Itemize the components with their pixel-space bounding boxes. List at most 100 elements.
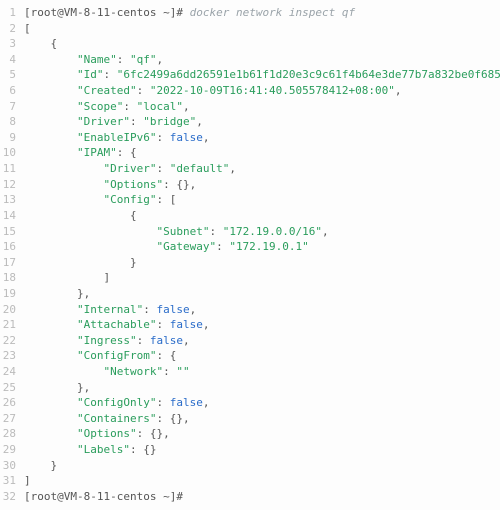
json-value: local bbox=[143, 100, 176, 113]
line-number: 10 bbox=[0, 145, 24, 161]
line-number: 28 bbox=[0, 426, 24, 442]
json-key: ConfigFrom bbox=[84, 349, 150, 362]
code-line: 5 "Id": "6fc2499a6dd26591e1b61f1d20e3c9c… bbox=[0, 67, 500, 83]
code-line: 28 "Options": {}, bbox=[0, 426, 500, 442]
code-line: 9 "EnableIPv6": false, bbox=[0, 130, 500, 146]
json-value: qf bbox=[137, 53, 150, 66]
line-number: 13 bbox=[0, 192, 24, 208]
json-key: Driver bbox=[84, 115, 124, 128]
line-number: 8 bbox=[0, 114, 24, 130]
code-line: 32[root@VM-8-11-centos ~]# bbox=[0, 489, 500, 505]
code-line: 29 "Labels": {} bbox=[0, 442, 500, 458]
json-key: Name bbox=[84, 53, 111, 66]
prompt-cwd: ~ bbox=[163, 490, 170, 503]
code-line: 26 "ConfigOnly": false, bbox=[0, 395, 500, 411]
code-line: 25 }, bbox=[0, 380, 500, 396]
json-bool: false bbox=[156, 303, 189, 316]
line-number: 31 bbox=[0, 473, 24, 489]
terminal-output: 1[root@VM-8-11-centos ~]# docker network… bbox=[0, 5, 500, 505]
line-number: 15 bbox=[0, 224, 24, 240]
code-line: 21 "Attachable": false, bbox=[0, 317, 500, 333]
json-key: Options bbox=[110, 178, 156, 191]
line-number: 25 bbox=[0, 380, 24, 396]
code-line: 13 "Config": [ bbox=[0, 192, 500, 208]
line-number: 26 bbox=[0, 395, 24, 411]
line-number: 6 bbox=[0, 83, 24, 99]
json-key: Labels bbox=[84, 443, 124, 456]
command-text: docker network inspect qf bbox=[190, 6, 356, 19]
code-line: 4 "Name": "qf", bbox=[0, 52, 500, 68]
json-key: Attachable bbox=[84, 318, 150, 331]
line-number: 29 bbox=[0, 442, 24, 458]
json-key: Gateway bbox=[163, 240, 209, 253]
json-key: Containers bbox=[84, 412, 150, 425]
json-bool: false bbox=[170, 131, 203, 144]
line-number: 19 bbox=[0, 286, 24, 302]
line-number: 4 bbox=[0, 52, 24, 68]
line-number: 3 bbox=[0, 36, 24, 52]
line-number: 14 bbox=[0, 208, 24, 224]
json-key: Driver bbox=[110, 162, 150, 175]
line-number: 21 bbox=[0, 317, 24, 333]
line-number: 24 bbox=[0, 364, 24, 380]
code-line: 3 { bbox=[0, 36, 500, 52]
prompt-user-host: root@VM-8-11-centos bbox=[31, 490, 157, 503]
code-line: 7 "Scope": "local", bbox=[0, 99, 500, 115]
code-line: 24 "Network": "" bbox=[0, 364, 500, 380]
line-number: 12 bbox=[0, 177, 24, 193]
json-bool: false bbox=[170, 318, 203, 331]
prompt-user-host: root@VM-8-11-centos bbox=[31, 6, 157, 19]
code-line: 17 } bbox=[0, 255, 500, 271]
code-line: 20 "Internal": false, bbox=[0, 302, 500, 318]
json-value: 172.19.0.1 bbox=[236, 240, 302, 253]
line-number: 30 bbox=[0, 458, 24, 474]
json-key: Scope bbox=[84, 100, 117, 113]
json-key: Subnet bbox=[163, 225, 203, 238]
line-number: 2 bbox=[0, 21, 24, 37]
code-line: 31] bbox=[0, 473, 500, 489]
code-line: 15 "Subnet": "172.19.0.0/16", bbox=[0, 224, 500, 240]
json-key: ConfigOnly bbox=[84, 396, 150, 409]
line-number: 27 bbox=[0, 411, 24, 427]
line-number: 9 bbox=[0, 130, 24, 146]
json-key: IPAM bbox=[84, 146, 111, 159]
json-key: Options bbox=[84, 427, 130, 440]
line-number: 5 bbox=[0, 67, 24, 83]
json-bool: false bbox=[170, 396, 203, 409]
json-value: 6fc2499a6dd26591e1b61f1d20e3c9c61f4b64e3… bbox=[123, 68, 500, 81]
code-line: 30 } bbox=[0, 458, 500, 474]
json-value: 172.19.0.0/16 bbox=[229, 225, 315, 238]
line-number: 17 bbox=[0, 255, 24, 271]
json-key: Internal bbox=[84, 303, 137, 316]
line-number: 11 bbox=[0, 161, 24, 177]
code-line: 12 "Options": {}, bbox=[0, 177, 500, 193]
json-key: Network bbox=[110, 365, 156, 378]
code-line: 1[root@VM-8-11-centos ~]# docker network… bbox=[0, 5, 500, 21]
line-number: 22 bbox=[0, 333, 24, 349]
json-value: 2022-10-09T16:41:40.505578412+08:00 bbox=[156, 84, 388, 97]
code-line: 11 "Driver": "default", bbox=[0, 161, 500, 177]
code-line: 14 { bbox=[0, 208, 500, 224]
code-line: 6 "Created": "2022-10-09T16:41:40.505578… bbox=[0, 83, 500, 99]
json-key: Id bbox=[84, 68, 97, 81]
code-line: 18 ] bbox=[0, 270, 500, 286]
code-line: 10 "IPAM": { bbox=[0, 145, 500, 161]
code-line: 22 "Ingress": false, bbox=[0, 333, 500, 349]
json-key: Created bbox=[84, 84, 130, 97]
code-line: 23 "ConfigFrom": { bbox=[0, 348, 500, 364]
line-number: 16 bbox=[0, 239, 24, 255]
code-line: 2[ bbox=[0, 21, 500, 37]
json-value: default bbox=[176, 162, 222, 175]
line-number: 7 bbox=[0, 99, 24, 115]
json-key: Config bbox=[110, 193, 150, 206]
line-number: 23 bbox=[0, 348, 24, 364]
line-number: 18 bbox=[0, 270, 24, 286]
json-key: Ingress bbox=[84, 334, 130, 347]
json-key: EnableIPv6 bbox=[84, 131, 150, 144]
line-number: 32 bbox=[0, 489, 24, 505]
line-number: 20 bbox=[0, 302, 24, 318]
line-number: 1 bbox=[0, 5, 24, 21]
json-value: bridge bbox=[150, 115, 190, 128]
code-line: 19 }, bbox=[0, 286, 500, 302]
code-line: 16 "Gateway": "172.19.0.1" bbox=[0, 239, 500, 255]
